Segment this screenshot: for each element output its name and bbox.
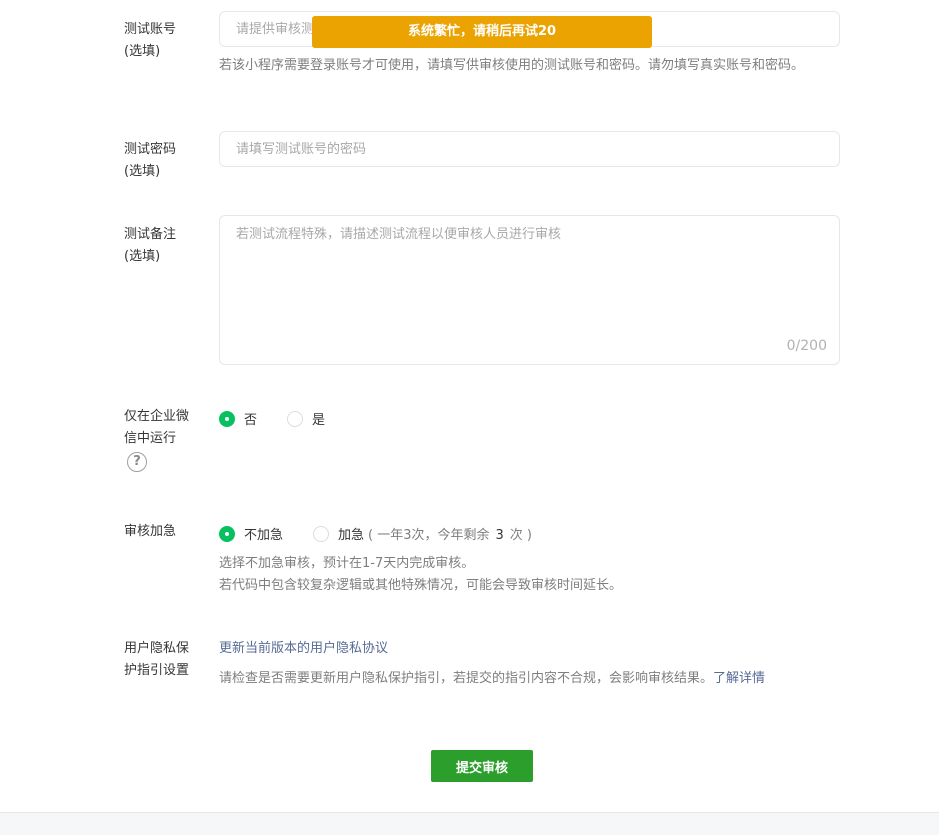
question-circle-icon[interactable]: ?	[127, 452, 147, 472]
update-privacy-link[interactable]: 更新当前版本的用户隐私协议	[219, 638, 388, 660]
privacy-help: 请检查是否需要更新用户隐私保护指引，若提交的指引内容不合规，会影响审核结果。了解…	[219, 668, 839, 690]
radio-unchecked-icon[interactable]	[313, 525, 330, 542]
notes-textarea[interactable]	[236, 225, 823, 335]
error-toast: 系统繁忙，请稍后再试20	[312, 16, 652, 48]
learn-more-link[interactable]: 了解详情	[713, 671, 765, 686]
account-label-optional: (选填)	[124, 44, 161, 59]
page-footer	[0, 812, 939, 835]
submit-review-button[interactable]: 提交审核	[431, 750, 533, 782]
notes-field[interactable]: 0/200	[219, 215, 840, 365]
privacy-label: 用户隐私保 护指引设置	[124, 638, 204, 682]
radio-unchecked-icon[interactable]	[287, 410, 304, 427]
account-label-title: 测试账号	[124, 22, 177, 37]
password-input[interactable]	[236, 132, 823, 166]
expedite-quota-note: ( 一年3次，今年剩余 3 次 )	[368, 524, 532, 543]
password-label: 测试密码 (选填)	[124, 139, 204, 183]
wework-only-option-yes[interactable]: 是	[287, 409, 325, 428]
wework-only-radio-group: 否 是	[219, 409, 355, 428]
wework-only-label: 仅在企业微 信中运行	[124, 406, 204, 450]
expedite-quota-remaining: 3	[495, 528, 504, 543]
wework-only-label-line2: 信中运行	[124, 431, 177, 446]
password-field[interactable]	[219, 131, 840, 167]
wework-only-option-no[interactable]: 否	[219, 409, 257, 428]
expedite-option-no-label: 不加急	[244, 528, 284, 543]
expedite-help-line2: 若代码中包含较复杂逻辑或其他特殊情况，可能会导致审核时间延长。	[219, 578, 623, 593]
radio-checked-icon[interactable]	[219, 525, 235, 542]
privacy-label-line1: 用户隐私保	[124, 641, 190, 656]
expedite-help: 选择不加急审核，预计在1-7天内完成审核。 若代码中包含较复杂逻辑或其他特殊情况…	[219, 553, 829, 597]
expedite-label: 审核加急	[124, 524, 177, 539]
account-help: 若该小程序需要登录账号才可使用，请填写供审核使用的测试账号和密码。请勿填写真实账…	[219, 58, 805, 73]
password-label-title: 测试密码	[124, 142, 177, 157]
expedite-quota-prefix: ( 一年3次，今年剩余	[368, 528, 490, 543]
privacy-label-line2: 护指引设置	[124, 663, 190, 678]
account-label: 测试账号 (选填)	[124, 19, 204, 63]
privacy-help-text: 请检查是否需要更新用户隐私保护指引，若提交的指引内容不合规，会影响审核结果。	[219, 671, 714, 686]
notes-label-optional: (选填)	[124, 249, 161, 264]
expedite-help-line1: 选择不加急审核，预计在1-7天内完成审核。	[219, 556, 475, 571]
wework-only-label-line1: 仅在企业微	[124, 409, 190, 424]
notes-label-title: 测试备注	[124, 227, 177, 242]
notes-label: 测试备注 (选填)	[124, 224, 204, 268]
wework-only-option-yes-label: 是	[312, 413, 326, 428]
wework-only-option-no-label: 否	[244, 413, 258, 428]
radio-checked-icon[interactable]	[219, 410, 235, 427]
expedite-quota-suffix: 次 )	[509, 528, 533, 543]
expedite-radio-group: 不加急 加急 ( 一年3次，今年剩余 3 次 )	[219, 524, 532, 543]
notes-char-counter: 0/200	[786, 338, 827, 354]
expedite-option-yes-label: 加急	[338, 528, 365, 543]
expedite-option-yes[interactable]: 加急	[313, 524, 364, 543]
password-label-optional: (选填)	[124, 164, 161, 179]
expedite-option-no[interactable]: 不加急	[219, 524, 283, 543]
